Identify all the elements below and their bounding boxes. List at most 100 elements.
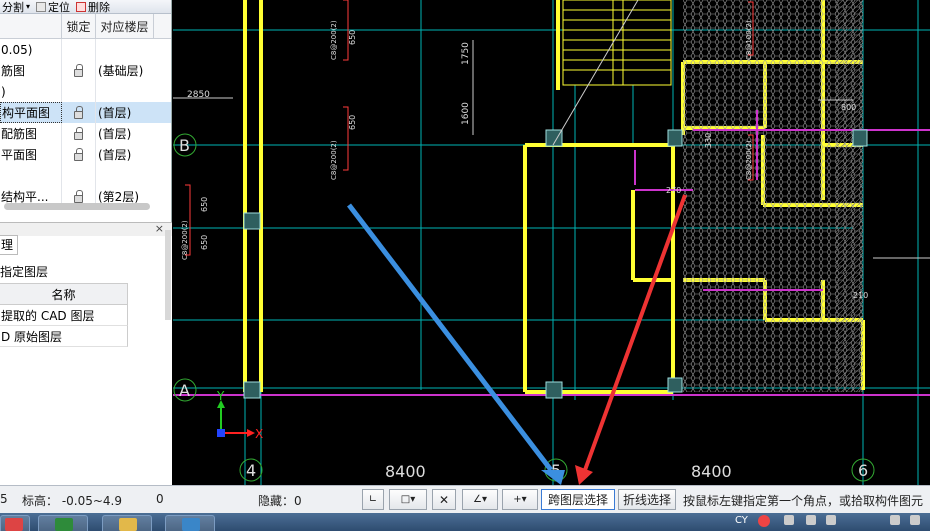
dim-1600: 1600 (461, 102, 471, 125)
taskbar-app-1[interactable] (0, 515, 30, 531)
ucs-y-label: Y (216, 389, 225, 403)
delete-icon (76, 1, 87, 12)
specify-layer-label: 指定图层 (0, 265, 49, 279)
tray-icon-2[interactable] (784, 515, 794, 525)
angle-button[interactable]: ∠▾ (462, 489, 498, 510)
rebar-text-3: C8@200(2) (181, 220, 189, 260)
ortho-button[interactable]: ∟ (362, 489, 384, 510)
excel-icon (55, 518, 73, 531)
tray-icon-3[interactable] (806, 515, 816, 525)
tab-layer[interactable]: 理 (0, 235, 18, 255)
floor-cell: (首层) (98, 106, 132, 120)
axis-label-b: B (179, 136, 190, 155)
dim-1750: 1750 (461, 42, 471, 65)
ucs-x-label: X (255, 427, 263, 441)
col-lock[interactable]: 锁定 (62, 14, 96, 38)
dropdown-icon: ▾ (26, 2, 31, 11)
list-item-selected[interactable]: 构平面图 (首层) (0, 102, 171, 123)
offset-button[interactable]: +▾ (502, 489, 538, 510)
lock-cell[interactable] (62, 123, 96, 144)
layer-manager-panel: × 理 指定图层 名称 提取的 CAD 图层 D 原始图层 (0, 222, 172, 485)
polyline-select-button[interactable]: 折线选择 (618, 489, 676, 510)
angle-icon: ∠▾ (473, 494, 487, 505)
layer-panel: 分割 ▾ 定位 删除 锁定 对应楼层 0.05) 筋图 (基础层) ) 构平面图… (0, 0, 172, 485)
list-item[interactable] (0, 165, 171, 186)
offset-icon: +▾ (513, 494, 527, 505)
list-item[interactable]: 筋图 (基础层) (0, 60, 171, 81)
ortho-icon: ∟ (368, 494, 378, 505)
close-icon[interactable]: × (155, 222, 164, 235)
list-item[interactable]: 0.05) (0, 39, 171, 60)
floor-cell (96, 39, 154, 60)
axis-label-4: 4 (246, 461, 256, 480)
drawing-name: ) (0, 81, 62, 102)
folder-icon (119, 518, 137, 531)
layer-table: 名称 提取的 CAD 图层 D 原始图层 (0, 283, 128, 347)
tray-icon-1[interactable] (758, 515, 770, 527)
app-icon (5, 518, 23, 531)
cross-button[interactable]: ✕ (432, 489, 456, 510)
cross-layer-select-button[interactable]: 跨图层选择 (541, 489, 615, 510)
layer-toolbar: 分割 ▾ 定位 删除 (0, 0, 171, 14)
hidden-count: 隐藏：0 (258, 494, 302, 508)
lock-icon (74, 63, 83, 77)
dim-270: 270 (666, 186, 681, 195)
split-tool[interactable]: 分割 ▾ (2, 0, 30, 14)
rebar-text-5: C8@200(2) (745, 140, 753, 180)
lock-cell[interactable] (62, 102, 96, 123)
tray-icon-6[interactable] (910, 515, 920, 525)
delete-tool[interactable]: 删除 (76, 0, 110, 13)
horizontal-scrollbar[interactable] (4, 203, 150, 210)
lock-cell (62, 81, 96, 102)
lock-cell (62, 165, 96, 186)
snap-button[interactable]: □▾ (389, 489, 427, 510)
taskbar-excel[interactable] (38, 515, 88, 531)
drawing-list-header: 锁定 对应楼层 (0, 14, 171, 39)
rebar-text-4: C8@100(2) (745, 20, 753, 60)
col-name[interactable] (0, 14, 62, 38)
cad-canvas[interactable]: B A 4 5 6 8400 8400 2850 1750 1600 650 6… (173, 0, 930, 485)
status-hint: 按鼠标左键指定第一个角点，或拾取构件图元 (683, 494, 924, 508)
drawing-list: 0.05) 筋图 (基础层) ) 构平面图 (首层) 配筋图 (首层) 平面图 (0, 39, 171, 207)
split-label: 分割 (2, 0, 24, 14)
lock-icon (74, 105, 83, 119)
list-item[interactable]: 平面图 (首层) (0, 144, 171, 165)
col-floor[interactable]: 对应楼层 (96, 14, 154, 38)
lock-cell[interactable] (62, 144, 96, 165)
lock-cell[interactable] (62, 60, 96, 81)
drawing-name (0, 165, 62, 186)
dim-2850: 2850 (187, 90, 210, 100)
layer-row[interactable]: D 原始图层 (0, 326, 128, 347)
dim-650-b: 650 (348, 115, 357, 130)
col-layer-name[interactable]: 名称 (0, 284, 128, 305)
locate-label: 定位 (48, 0, 71, 14)
status-bar: 5 标高： -0.05~4.9 0 隐藏：0 ∟ □▾ ✕ ∠▾ +▾ 跨图层选… (0, 485, 930, 513)
taskbar-explorer[interactable] (102, 515, 152, 531)
drawing-name: 筋图 (0, 60, 62, 81)
drawing-name: 配筋图 (0, 123, 62, 144)
panel-header: × (0, 222, 172, 236)
dim-800: 800 (841, 103, 856, 112)
wall-hatch (835, 0, 863, 392)
list-item[interactable]: ) (0, 81, 171, 102)
tray-ime[interactable]: CY (735, 515, 748, 526)
floor-cell (96, 165, 154, 186)
locate-icon (36, 1, 47, 12)
snap-icon: □▾ (400, 494, 416, 505)
tray-icon-4[interactable] (826, 515, 836, 525)
layer-row[interactable]: 提取的 CAD 图层 (0, 305, 128, 326)
floor-cell: (基础层) (98, 64, 144, 78)
dim-8400-right: 8400 (691, 462, 732, 481)
rebar-text-1: C8@200(2) (330, 20, 338, 60)
dim-330: 330 (704, 133, 713, 148)
list-item[interactable]: 配筋图 (首层) (0, 123, 171, 144)
axis-label-6: 6 (858, 461, 868, 480)
dim-210: 210 (853, 291, 868, 300)
taskbar-cad-app[interactable] (165, 515, 215, 531)
locate-tool[interactable]: 定位 (36, 0, 71, 14)
vertical-scrollbar[interactable] (165, 230, 171, 320)
lock-icon (74, 147, 83, 161)
tray-icon-5[interactable] (890, 515, 900, 525)
status-zero: 0 (156, 492, 164, 506)
floor-cell (96, 81, 154, 102)
